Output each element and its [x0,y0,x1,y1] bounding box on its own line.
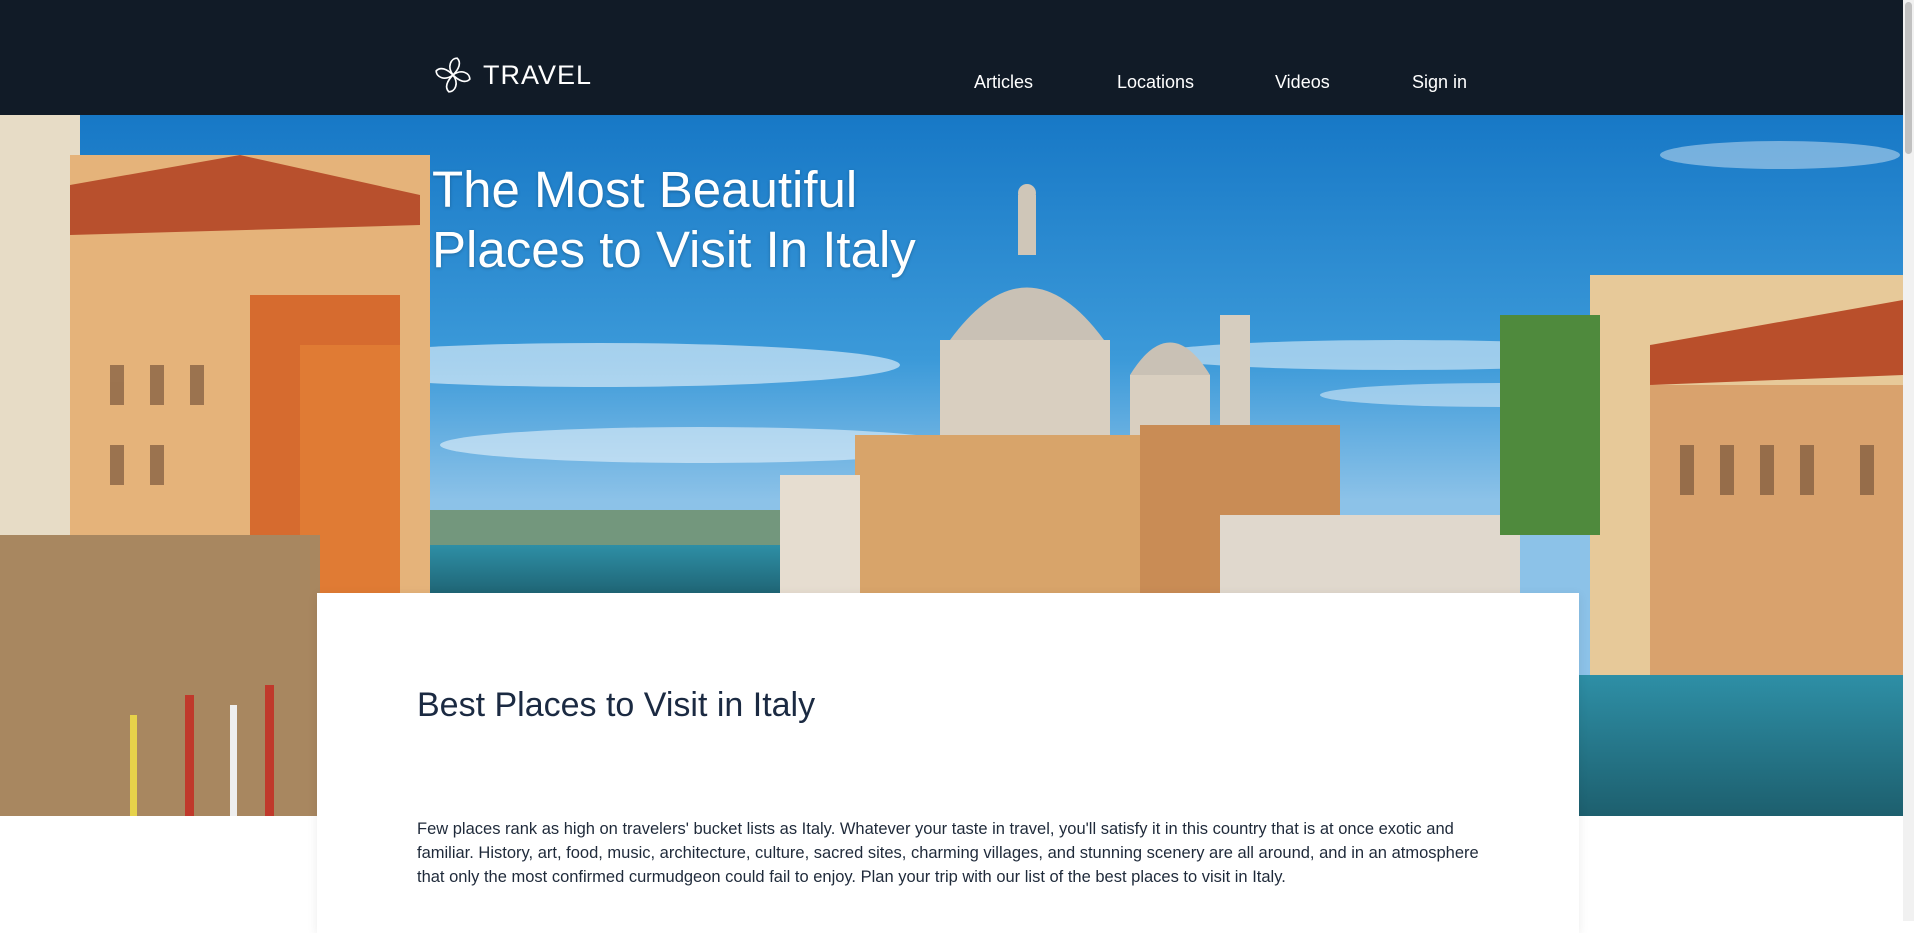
nav-locations[interactable]: Locations [1117,72,1194,93]
page-scrollbar[interactable] [1903,0,1914,921]
nav-sign-in[interactable]: Sign in [1412,72,1467,93]
main-nav: Articles Locations Videos Sign in [0,72,1903,96]
hero-title: The Most Beautiful Places to Visit In It… [432,161,916,278]
article-title: Best Places to Visit in Italy [417,686,816,724]
article-body: Few places rank as high on travelers' bu… [417,820,1479,886]
nav-videos[interactable]: Videos [1275,72,1330,93]
site-header: TRAVEL Articles Locations Videos Sign in [0,0,1903,115]
scrollbar-thumb[interactable] [1905,2,1912,154]
article-card: Best Places to Visit in Italy Few places… [317,593,1579,933]
nav-articles[interactable]: Articles [974,72,1033,93]
